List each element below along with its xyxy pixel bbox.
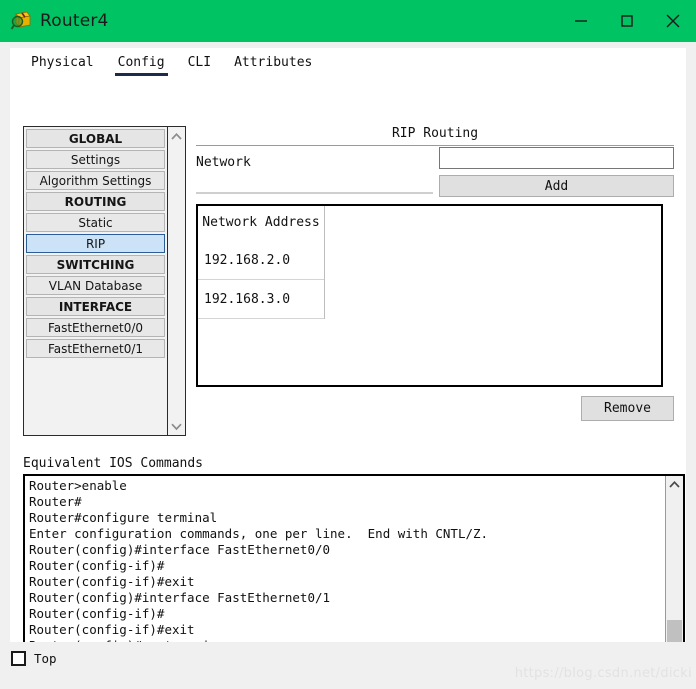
sidebar-item-static[interactable]: Static	[26, 213, 165, 232]
config-sidebar-list: GLOBAL Settings Algorithm Settings ROUTI…	[24, 127, 167, 435]
table-header-network-address: Network Address	[198, 206, 324, 241]
maximize-icon	[621, 15, 633, 27]
tab-cli[interactable]: CLI	[181, 51, 218, 75]
close-button[interactable]	[650, 0, 696, 42]
rip-panel-title: RIP Routing	[391, 126, 479, 141]
title-bar: Router4	[0, 0, 696, 42]
network-input[interactable]	[439, 147, 674, 169]
table-row[interactable]: 192.168.3.0	[198, 280, 324, 319]
sidebar-group-switching[interactable]: SWITCHING	[26, 255, 165, 274]
sidebar-group-routing[interactable]: ROUTING	[26, 192, 165, 211]
chevron-up-icon[interactable]	[667, 477, 682, 491]
table-row[interactable]: 192.168.2.0	[198, 241, 324, 280]
sidebar-group-interface[interactable]: INTERFACE	[26, 297, 165, 316]
window-footer: Top https://blog.csdn.net/dicki	[0, 642, 696, 689]
sidebar-group-global[interactable]: GLOBAL	[26, 129, 165, 148]
network-divider	[196, 192, 433, 194]
tab-physical[interactable]: Physical	[24, 51, 101, 75]
config-sidebar: GLOBAL Settings Algorithm Settings ROUTI…	[23, 126, 186, 436]
ios-commands-text: Router>enable Router# Router#configure t…	[29, 478, 489, 664]
network-address-column: Network Address 192.168.2.0 192.168.3.0	[198, 206, 325, 319]
rip-routing-panel: RIP Routing Network Add Network Address …	[196, 126, 674, 436]
tab-strip: Physical Config CLI Attributes	[10, 48, 686, 78]
tab-attributes[interactable]: Attributes	[227, 51, 319, 75]
router-config-window: Router4 Physical Config CLI Attributes G…	[0, 0, 696, 689]
add-network-button[interactable]: Add	[439, 175, 674, 197]
sidebar-scrollbar[interactable]	[167, 127, 185, 435]
remove-network-button[interactable]: Remove	[581, 396, 674, 421]
minimize-icon	[575, 20, 587, 22]
top-checkbox[interactable]	[11, 651, 26, 666]
router-package-magnifier-icon	[10, 10, 32, 32]
window-controls	[558, 0, 696, 42]
sidebar-item-settings[interactable]: Settings	[26, 150, 165, 169]
top-checkbox-group[interactable]: Top	[11, 651, 57, 666]
window-title: Router4	[40, 11, 109, 31]
sidebar-item-rip[interactable]: RIP	[26, 234, 165, 253]
network-entry-row: Network Add	[196, 146, 674, 203]
sidebar-item-algorithm-settings[interactable]: Algorithm Settings	[26, 171, 165, 190]
top-checkbox-label: Top	[34, 651, 57, 666]
tab-config[interactable]: Config	[111, 51, 172, 76]
close-icon	[666, 14, 680, 28]
config-content-panel: GLOBAL Settings Algorithm Settings ROUTI…	[10, 78, 686, 683]
ios-commands-box: Router>enable Router# Router#configure t…	[23, 474, 685, 666]
network-label: Network	[196, 155, 251, 170]
sidebar-item-fastethernet0-0[interactable]: FastEthernet0/0	[26, 318, 165, 337]
chevron-up-icon[interactable]	[170, 130, 184, 142]
sidebar-item-vlan-database[interactable]: VLAN Database	[26, 276, 165, 295]
ios-scrollbar[interactable]	[665, 476, 683, 664]
window-body: Physical Config CLI Attributes GLOBAL Se…	[0, 42, 696, 689]
minimize-button[interactable]	[558, 0, 604, 42]
sidebar-item-fastethernet0-1[interactable]: FastEthernet0/1	[26, 339, 165, 358]
maximize-button[interactable]	[604, 0, 650, 42]
chevron-down-icon[interactable]	[170, 420, 184, 432]
equivalent-ios-commands-label: Equivalent IOS Commands	[23, 456, 204, 471]
watermark: https://blog.csdn.net/dicki	[514, 666, 692, 681]
network-address-table: Network Address 192.168.2.0 192.168.3.0	[196, 204, 663, 387]
